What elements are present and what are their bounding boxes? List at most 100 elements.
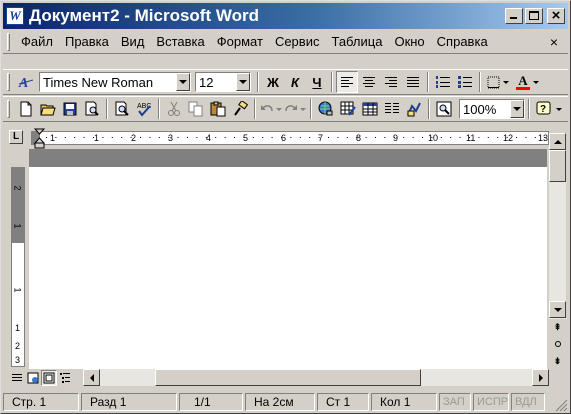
scroll-down-button[interactable] <box>549 301 566 318</box>
status-rec[interactable]: ЗАП <box>439 392 471 411</box>
vertical-scrollbar[interactable]: ⇞ ⇟ <box>549 133 566 373</box>
web-view-button[interactable] <box>25 370 41 386</box>
title-bar[interactable]: W Документ2 - Microsoft Word × <box>3 3 568 29</box>
horizontal-ruler[interactable]: 1 1 2 3 4 5 6 7 8 9 10 11 12 13 <box>31 128 549 149</box>
document-page[interactable] <box>29 149 547 369</box>
open-button[interactable] <box>37 98 59 120</box>
scroll-right-button[interactable] <box>532 369 549 386</box>
document-close-button[interactable]: × <box>544 32 564 52</box>
zoom-dropdown-icon[interactable] <box>510 100 524 118</box>
menu-edit[interactable]: Правка <box>59 32 115 52</box>
status-ext[interactable]: ВДЛ <box>511 392 545 411</box>
window-title: Документ2 - Microsoft Word <box>29 6 259 25</box>
columns-button[interactable] <box>381 98 403 120</box>
insert-table-button[interactable] <box>359 98 381 120</box>
toolbar-separator <box>528 99 530 119</box>
save-button[interactable] <box>59 98 81 120</box>
menu-help[interactable]: Справка <box>431 32 494 52</box>
redo-dropdown-icon[interactable] <box>299 98 307 120</box>
redo-button[interactable] <box>283 98 299 120</box>
font-color-icon: A <box>518 73 528 88</box>
spelling-button[interactable]: ABC <box>133 98 155 120</box>
permission-button[interactable] <box>81 98 103 120</box>
open-folder-icon <box>40 104 56 116</box>
font-name-dropdown-icon[interactable] <box>176 73 190 91</box>
ruler-top-margin <box>12 168 24 243</box>
font-size-dropdown-icon[interactable] <box>236 73 250 91</box>
format-painter-button[interactable] <box>229 98 251 120</box>
menu-window[interactable]: Окно <box>388 32 430 52</box>
menu-grip[interactable] <box>7 32 10 51</box>
vertical-ruler[interactable]: 2 1 1 1 2 3 <box>11 167 25 367</box>
previous-page-icon[interactable]: ⇞ <box>549 319 566 335</box>
resize-grip-icon[interactable] <box>554 398 568 412</box>
align-center-button[interactable] <box>358 71 380 93</box>
drawing-button[interactable] <box>403 98 425 120</box>
menu-insert[interactable]: Вставка <box>150 32 210 52</box>
standard-toolbar-grip[interactable] <box>7 100 10 118</box>
indent-marker-icon[interactable] <box>34 128 46 150</box>
tables-borders-button[interactable] <box>337 98 359 120</box>
horizontal-scroll-thumb[interactable] <box>155 369 421 386</box>
new-document-button[interactable] <box>15 98 37 120</box>
font-name-combo[interactable]: Times New Roman <box>39 72 191 92</box>
ruler-number: 1 <box>12 223 23 229</box>
hyperlink-button[interactable] <box>315 98 337 120</box>
copy-button[interactable] <box>185 98 207 120</box>
maximize-button[interactable] <box>525 8 543 24</box>
document-map-icon <box>436 101 452 117</box>
italic-button[interactable]: К <box>284 71 306 93</box>
word-app-icon[interactable]: W <box>6 7 24 25</box>
bold-button[interactable]: Ж <box>262 71 284 93</box>
align-left-button[interactable] <box>336 71 358 93</box>
document-work-area: L 1 1 2 3 4 5 6 7 8 9 10 11 12 13 2 1 1 … <box>3 127 568 391</box>
undo-button[interactable] <box>259 98 275 120</box>
toolbar-options-icon[interactable] <box>555 98 563 120</box>
justify-button[interactable] <box>402 71 424 93</box>
menu-file[interactable]: Файл <box>15 32 59 52</box>
cut-button[interactable] <box>163 98 185 120</box>
menu-view[interactable]: Вид <box>115 32 151 52</box>
print-preview-icon <box>85 101 99 116</box>
underline-button[interactable]: Ч <box>306 71 328 93</box>
tab-selector-button[interactable]: L <box>9 130 23 144</box>
border-dropdown-icon[interactable] <box>502 71 510 93</box>
scroll-thumb[interactable] <box>549 150 566 182</box>
menu-table[interactable]: Таблица <box>325 32 388 52</box>
outline-view-button[interactable] <box>57 370 73 386</box>
minimize-button[interactable] <box>505 8 523 24</box>
bold-icon: Ж <box>267 74 279 90</box>
minimize-icon <box>510 17 517 19</box>
normal-view-button[interactable] <box>9 370 25 386</box>
status-bar: Стр. 1 Разд 1 1/1 На 2см Ст 1 Кол 1 ЗАП … <box>3 391 568 412</box>
font-color-dropdown-icon[interactable] <box>532 71 540 93</box>
formatting-toolbar-grip[interactable] <box>7 73 10 91</box>
zoom-combo[interactable]: 100% <box>459 99 525 119</box>
next-page-icon[interactable]: ⇟ <box>549 353 566 369</box>
align-right-button[interactable] <box>380 71 402 93</box>
menu-tools[interactable]: Сервис <box>269 32 326 52</box>
scroll-left-button[interactable] <box>83 369 100 386</box>
font-size-value: 12 <box>199 74 214 90</box>
bulleted-list-button[interactable] <box>454 71 476 93</box>
scroll-up-button[interactable] <box>549 133 566 150</box>
ruler-number: 12 <box>503 133 514 143</box>
ruler-number: 1 <box>50 133 56 143</box>
print-layout-button[interactable] <box>41 370 57 386</box>
select-browse-object-icon[interactable] <box>549 335 566 353</box>
paste-button[interactable] <box>207 98 229 120</box>
numbered-list-button[interactable] <box>432 71 454 93</box>
font-size-combo[interactable]: 12 <box>195 72 251 92</box>
menu-format[interactable]: Формат <box>211 32 269 52</box>
border-button[interactable] <box>484 71 502 93</box>
style-icon[interactable]: A <box>15 71 37 93</box>
horizontal-scrollbar[interactable] <box>83 369 549 386</box>
ruler-number: 5 <box>243 133 249 143</box>
print-preview-button[interactable] <box>111 98 133 120</box>
document-map-button[interactable] <box>433 98 455 120</box>
close-button[interactable]: × <box>547 8 565 24</box>
undo-dropdown-icon[interactable] <box>275 98 283 120</box>
status-trk[interactable]: ИСПР <box>473 392 509 411</box>
font-color-button[interactable]: A <box>514 71 532 93</box>
help-button[interactable]: ? <box>533 98 555 120</box>
